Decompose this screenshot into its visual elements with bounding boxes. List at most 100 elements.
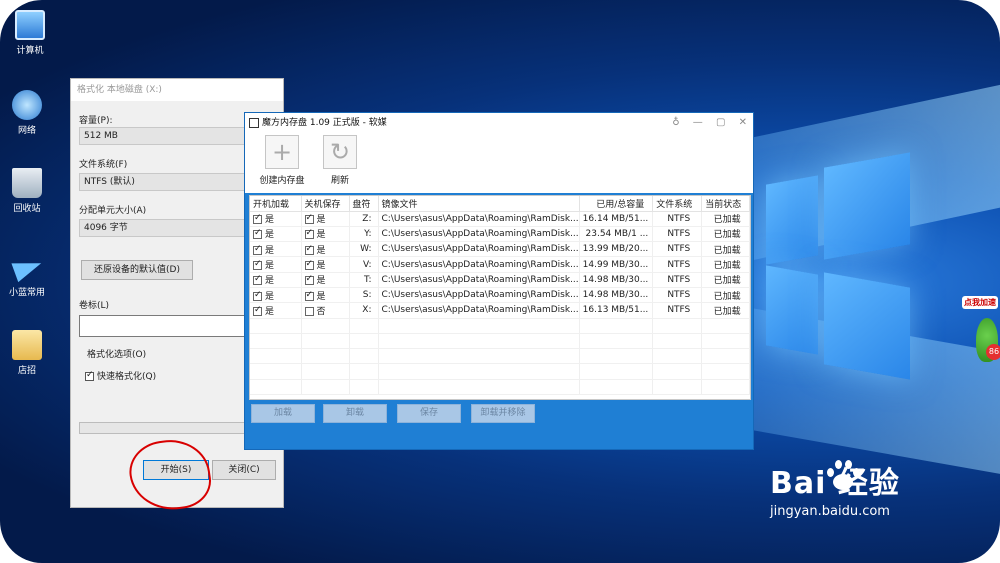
save-cell: 是: [301, 287, 350, 304]
column-header[interactable]: 关机保存: [301, 196, 350, 212]
boot-cell: 是: [250, 226, 302, 243]
empty-cell: [301, 363, 350, 380]
recycle-bin-icon: [12, 168, 42, 198]
table-row[interactable]: 是 否 X:C:\Users\asus\AppData\Roaming\RamDis…: [250, 302, 750, 319]
unload-button[interactable]: 卸载: [323, 404, 387, 423]
desktop-icon-label: 小蓝常用: [8, 288, 45, 298]
column-header[interactable]: 已用/总容量: [579, 196, 654, 212]
empty-cell: [701, 333, 750, 350]
accelerate-badge[interactable]: 点我加速: [962, 296, 998, 309]
capacity-label: 容量(P):: [79, 116, 113, 126]
skin-icon[interactable]: ♁: [672, 117, 679, 128]
save-cell: 是: [301, 272, 350, 288]
drive-cell: S:: [349, 287, 379, 304]
column-header[interactable]: 盘符: [349, 196, 379, 212]
shutdown-save-checkbox[interactable]: [304, 306, 314, 316]
boot-load-checkbox[interactable]: [253, 290, 262, 301]
empty-cell: [349, 363, 379, 380]
empty-cell: [378, 348, 580, 365]
boot-load-checkbox[interactable]: [253, 228, 262, 240]
image-path-cell: C:\Users\asus\AppData\Roaming\RamDisk...: [378, 226, 580, 243]
status-cell: 已加载: [701, 272, 750, 288]
quick-format-option[interactable]: 快速格式化(Q): [85, 369, 156, 382]
table-row[interactable]: 是 是 T:C:\Users\asus\AppData\Roaming\RamDis…: [250, 272, 750, 288]
unload-remove-button[interactable]: 卸载并移除: [471, 404, 535, 423]
checkbox-label: 是: [265, 306, 275, 317]
minimize-icon[interactable]: —: [693, 117, 703, 128]
empty-cell: [250, 348, 302, 365]
desktop-icon-xiaolan[interactable]: 小蓝常用: [0, 252, 57, 298]
empty-cell: [652, 379, 703, 396]
filesystem-cell: NTFS: [652, 211, 703, 227]
desktop-icon-computer[interactable]: 计算机: [0, 10, 60, 56]
boot-cell: 是: [250, 256, 302, 273]
usage-cell: 14.99 MB/30...: [579, 256, 654, 273]
empty-cell: [349, 348, 379, 365]
shutdown-save-checkbox[interactable]: [304, 244, 314, 255]
maximize-icon[interactable]: ▢: [716, 117, 725, 128]
status-cell: 已加载: [701, 226, 750, 243]
checkbox-label: 是: [265, 276, 275, 287]
boot-load-checkbox[interactable]: [253, 213, 262, 225]
empty-cell: [349, 333, 379, 350]
boot-cell: 是: [250, 272, 302, 288]
desktop-icon-label: 店招: [17, 366, 36, 376]
column-header[interactable]: 文件系统: [652, 196, 703, 212]
table-row[interactable]: [250, 318, 750, 334]
empty-cell: [301, 348, 350, 365]
column-header[interactable]: 镜像文件: [378, 196, 580, 212]
table-row[interactable]: 是 是 S:C:\Users\asus\AppData\Roaming\RamDis…: [250, 287, 750, 304]
quick-format-checkbox[interactable]: [85, 370, 94, 381]
refresh-button[interactable]: ↻ 刷新: [310, 135, 370, 186]
shutdown-save-checkbox[interactable]: [304, 213, 314, 225]
boot-load-checkbox[interactable]: [253, 244, 262, 255]
column-header[interactable]: 当前状态: [701, 196, 750, 212]
image-path-cell: C:\Users\asus\AppData\Roaming\RamDisk...: [378, 302, 580, 319]
checkbox-label: 是: [316, 245, 326, 256]
restore-defaults-button[interactable]: 还原设备的默认值(D): [81, 260, 193, 280]
empty-cell: [701, 379, 750, 396]
table-row[interactable]: [250, 363, 750, 380]
checkbox-label: 是: [316, 230, 326, 241]
status-cell: 已加载: [701, 302, 750, 319]
image-path-cell: C:\Users\asus\AppData\Roaming\RamDisk...: [378, 241, 580, 258]
shutdown-save-checkbox[interactable]: [304, 274, 314, 286]
create-ramdisk-button[interactable]: + 创建内存盘: [252, 135, 312, 186]
table-row[interactable]: 是 是 Y:C:\Users\asus\AppData\Roaming\RamDis…: [250, 226, 750, 243]
image-path-cell: C:\Users\asus\AppData\Roaming\RamDisk...: [378, 287, 580, 304]
refresh-label: 刷新: [330, 176, 349, 186]
save-cell: 否: [301, 302, 350, 319]
empty-cell: [579, 333, 654, 350]
quick-format-label: 快速格式化(Q): [97, 372, 157, 382]
ramdisk-titlebar[interactable]: 魔方内存盘 1.09 正式版 - 软媒 ♁ — ▢ ✕: [245, 113, 753, 133]
table-row[interactable]: [250, 333, 750, 350]
table-row[interactable]: 是 是 V:C:\Users\asus\AppData\Roaming\RamDis…: [250, 256, 750, 273]
boot-load-checkbox[interactable]: [253, 259, 262, 271]
shutdown-save-checkbox[interactable]: [304, 290, 314, 301]
boot-load-checkbox[interactable]: [253, 274, 262, 286]
desktop-icon-dianzhao[interactable]: 店招: [0, 330, 57, 376]
load-button[interactable]: 加载: [251, 404, 315, 423]
table-row[interactable]: [250, 379, 750, 396]
dialog-title: 格式化 本地磁盘 (X:): [71, 79, 283, 101]
desktop-icon-recycle-bin[interactable]: 回收站: [0, 168, 57, 214]
desktop-icon-network[interactable]: 网络: [0, 90, 57, 136]
empty-cell: [652, 363, 703, 380]
table-row[interactable]: 是 是 W:C:\Users\asus\AppData\Roaming\RamDis…: [250, 241, 750, 258]
save-button[interactable]: 保存: [397, 404, 461, 423]
shutdown-save-checkbox[interactable]: [304, 228, 314, 240]
column-header[interactable]: 开机加载: [250, 196, 302, 212]
empty-cell: [652, 318, 703, 334]
shutdown-save-checkbox[interactable]: [304, 259, 314, 271]
close-button[interactable]: 关闭(C): [212, 460, 276, 480]
table-header: 开机加载 关机保存 盘符 镜像文件 已用/总容量 文件系统 当前状态: [250, 196, 750, 212]
close-icon[interactable]: ✕: [739, 117, 747, 128]
table-row[interactable]: 是 是 Z:C:\Users\asus\AppData\Roaming\RamDis…: [250, 211, 750, 227]
checkbox-label: 是: [265, 261, 275, 272]
boot-load-checkbox[interactable]: [253, 305, 262, 316]
mascot-count-badge: 86: [986, 344, 1000, 360]
empty-cell: [301, 379, 350, 396]
empty-cell: [652, 348, 703, 365]
desktop-icon-label: 计算机: [16, 46, 44, 56]
table-row[interactable]: [250, 348, 750, 365]
